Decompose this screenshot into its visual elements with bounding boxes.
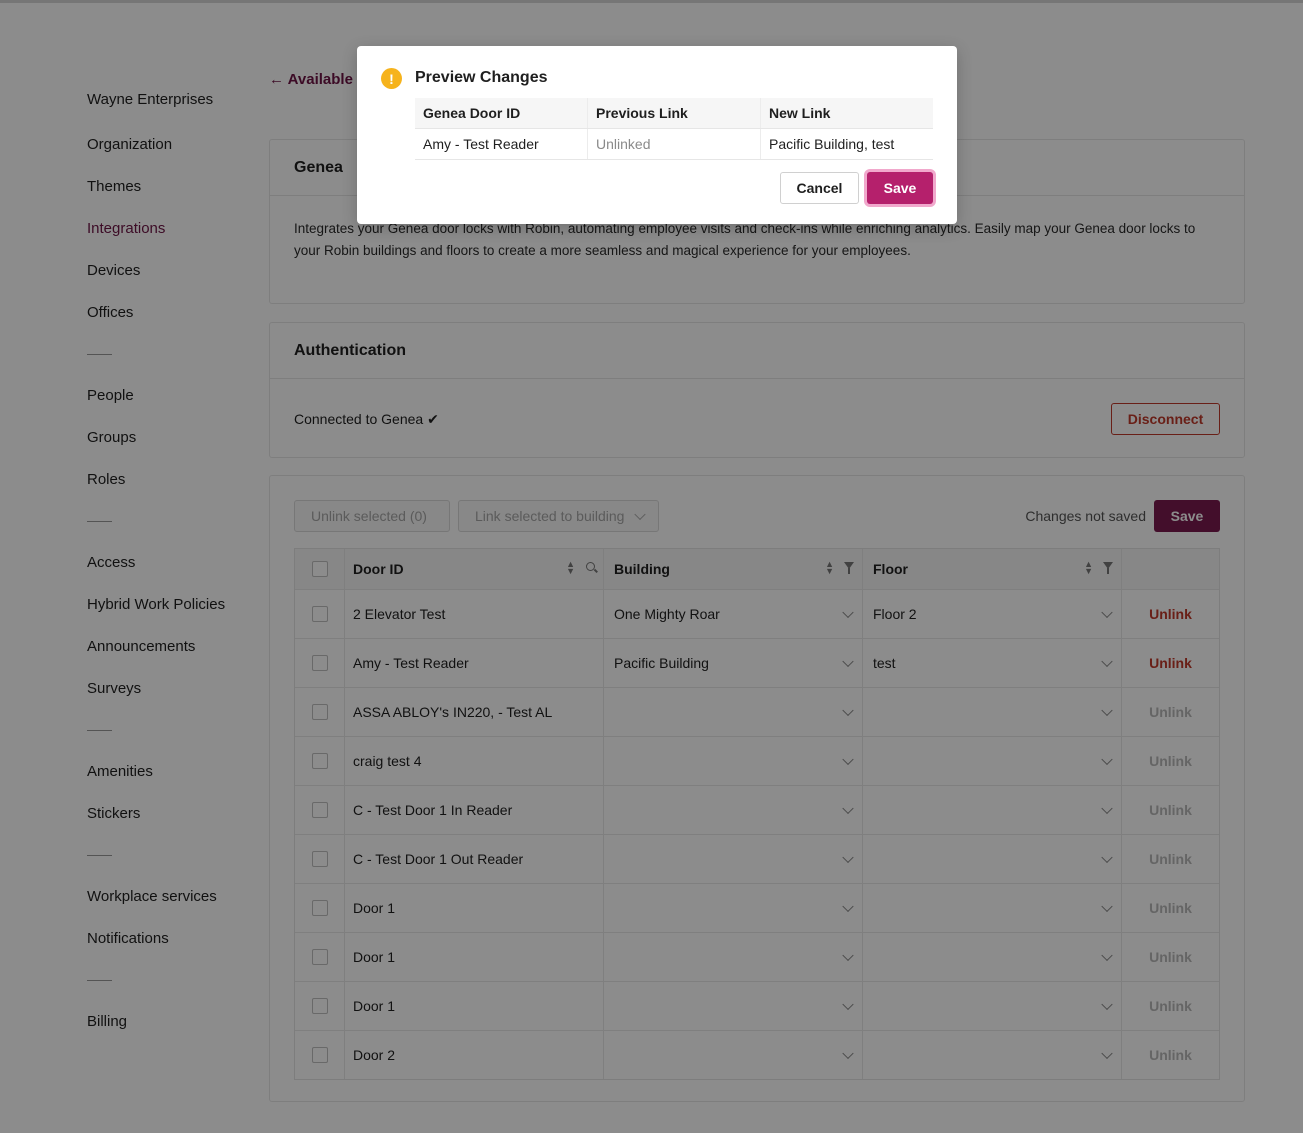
warning-icon: ! [381,68,402,89]
header-new-link: New Link [760,98,933,128]
preview-changes-modal: ! Preview Changes Genea Door ID Previous… [357,46,957,224]
modal-save-button[interactable]: Save [867,172,933,204]
preview-new-link: Pacific Building, test [760,129,933,159]
header-previous-link: Previous Link [587,98,760,128]
header-genea-door-id: Genea Door ID [423,105,521,121]
preview-previous-link: Unlinked [587,129,760,159]
preview-door-id: Amy - Test Reader [423,136,539,152]
preview-table-row: Amy - Test Reader Unlinked Pacific Build… [415,129,933,160]
cancel-button[interactable]: Cancel [780,172,859,204]
preview-table: Genea Door ID Previous Link New Link Amy… [415,98,933,160]
preview-table-header: Genea Door ID Previous Link New Link [415,98,933,129]
modal-title: Preview Changes [415,69,548,86]
